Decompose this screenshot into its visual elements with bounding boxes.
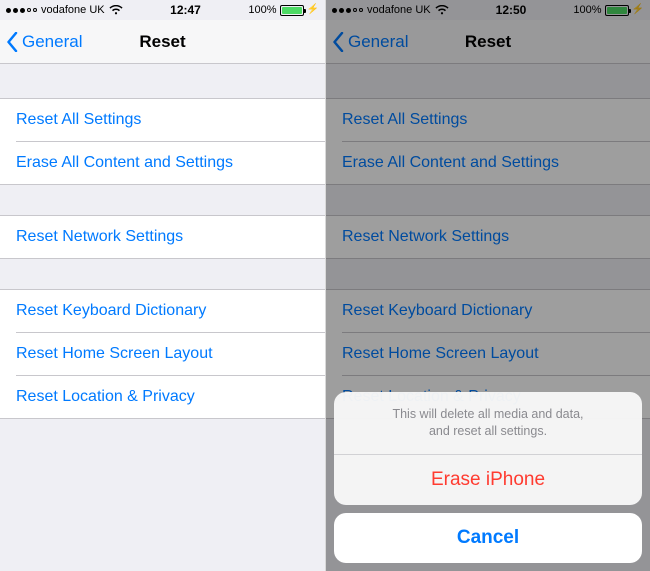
action-sheet-message-line2: and reset all settings.: [354, 423, 622, 440]
reset-home-screen-layout[interactable]: Reset Home Screen Layout: [16, 332, 325, 375]
charging-icon: ⚡: [307, 5, 319, 15]
action-sheet-message: This will delete all media and data, and…: [334, 392, 642, 455]
reset-keyboard-dictionary[interactable]: Reset Keyboard Dictionary: [0, 290, 325, 332]
battery-percent: 100%: [248, 4, 276, 16]
back-button[interactable]: General: [0, 32, 82, 52]
screen-left: vodafone UK 12:47 100% ⚡ General Reset: [0, 0, 325, 571]
wifi-icon: [109, 5, 123, 15]
screen-right: vodafone UK 12:50 100% ⚡ General Reset: [325, 0, 650, 571]
cancel-button[interactable]: Cancel: [334, 513, 642, 563]
group-1: Reset All Settings Erase All Content and…: [0, 98, 325, 185]
nav-bar: General Reset: [0, 20, 325, 64]
battery-icon: [280, 5, 304, 16]
signal-icon: [6, 8, 37, 13]
group-3: Reset Keyboard Dictionary Reset Home Scr…: [0, 289, 325, 419]
content: Reset All Settings Erase All Content and…: [0, 64, 325, 571]
reset-network-settings[interactable]: Reset Network Settings: [0, 216, 325, 258]
status-bar: vodafone UK 12:47 100% ⚡: [0, 0, 325, 20]
carrier-label: vodafone UK: [41, 4, 105, 16]
erase-iphone-button[interactable]: Erase iPhone: [334, 455, 642, 505]
action-sheet-message-line1: This will delete all media and data,: [354, 406, 622, 423]
erase-all-content-and-settings[interactable]: Erase All Content and Settings: [16, 141, 325, 184]
reset-location-privacy[interactable]: Reset Location & Privacy: [16, 375, 325, 418]
chevron-left-icon: [6, 32, 18, 52]
group-2: Reset Network Settings: [0, 215, 325, 259]
reset-all-settings[interactable]: Reset All Settings: [0, 99, 325, 141]
action-sheet: This will delete all media and data, and…: [334, 392, 642, 563]
back-label: General: [22, 32, 82, 52]
clock: 12:47: [170, 3, 201, 17]
